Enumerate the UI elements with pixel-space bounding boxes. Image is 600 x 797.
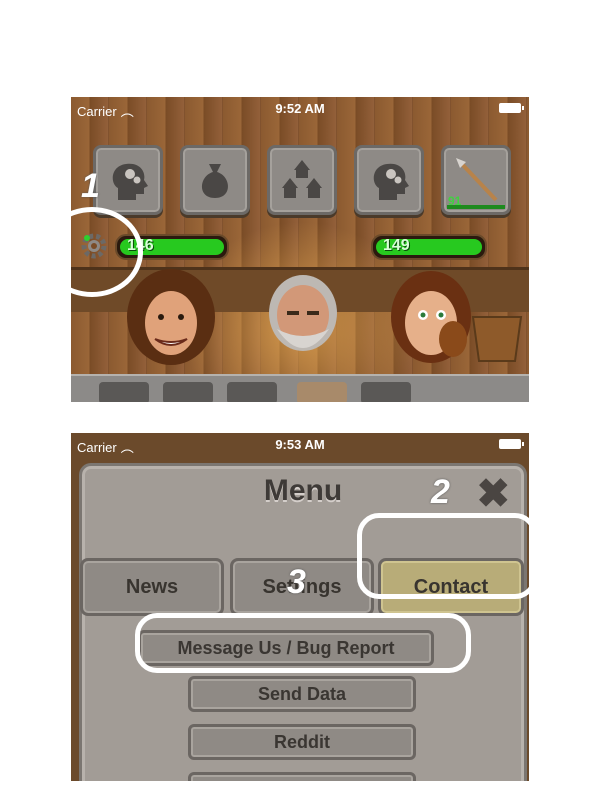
clock: 9:53 AM <box>275 437 325 452</box>
menu-list-item-partial[interactable] <box>188 772 416 781</box>
annotation-box-message-us <box>135 613 471 673</box>
caveman-elder-avatar[interactable] <box>257 267 349 367</box>
bottom-toolbar <box>71 374 529 402</box>
huts-icon <box>282 160 322 198</box>
annotation-number-3: 3 <box>287 563 306 601</box>
spear-button[interactable]: 91 <box>441 145 511 215</box>
annotation-number-2: 2 <box>431 473 450 511</box>
sack-icon <box>202 164 228 198</box>
spear-durability-bar <box>447 205 505 209</box>
brain-gears-icon <box>112 163 148 200</box>
annotation-number-1: 1 <box>81 167 100 205</box>
brain-gears-icon <box>373 163 409 200</box>
send-data-button[interactable]: Send Data <box>188 676 416 712</box>
status-bar: Carrier ︵ 9:52 AM <box>71 97 529 119</box>
game-screen: Carrier ︵ 9:52 AM 91 146 149 1 <box>71 97 529 402</box>
health-value-right: 149 <box>383 237 410 254</box>
toolbar-slot[interactable] <box>99 382 149 402</box>
caveman-young-avatar[interactable] <box>125 267 217 367</box>
tab-news[interactable]: News <box>80 558 224 616</box>
inventory-button[interactable] <box>180 145 250 215</box>
toolbar-slot[interactable] <box>297 382 347 402</box>
health-bar-right: 149 <box>371 234 487 260</box>
close-icon[interactable]: ✖ <box>476 474 510 514</box>
clock: 9:52 AM <box>275 101 325 116</box>
caveman-eating-avatar[interactable] <box>387 267 479 367</box>
brain-upgrade-button[interactable] <box>93 145 163 215</box>
toolbar-slot[interactable] <box>227 382 277 402</box>
annotation-box-contact <box>357 513 529 599</box>
battery-icon <box>499 439 524 449</box>
status-bar: Carrier ︵ 9:53 AM <box>71 433 529 455</box>
village-button[interactable] <box>267 145 337 215</box>
menu-title: Menu <box>263 474 343 507</box>
skills-button[interactable] <box>354 145 424 215</box>
reddit-button[interactable]: Reddit <box>188 724 416 760</box>
basket-icon <box>471 316 523 362</box>
toolbar-slot[interactable] <box>163 382 213 402</box>
battery-icon <box>499 103 524 113</box>
toolbar-slot[interactable] <box>361 382 411 402</box>
menu-screen: Carrier ︵ 9:53 AM Menu ✖ News Settings Co… <box>71 433 529 781</box>
